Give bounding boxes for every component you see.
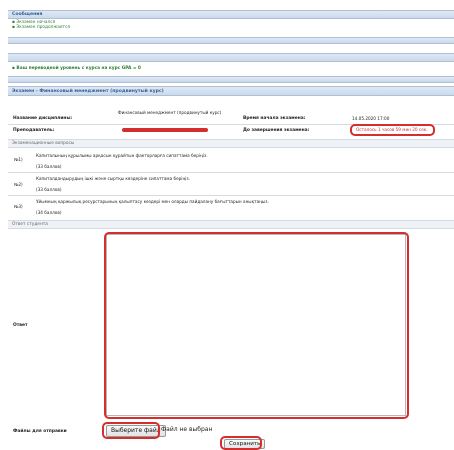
question-score: (34 баллов) xyxy=(36,210,62,215)
teacher-label: Преподаватель: xyxy=(13,128,55,133)
start-time-label: Время начала экзамена: xyxy=(243,116,306,121)
discipline-value: Финансовый менеджмент (продвинутый курс) xyxy=(118,110,222,115)
messages-footer-bar xyxy=(8,37,454,44)
answer-label: Ответ xyxy=(13,323,28,328)
answer-highlight xyxy=(104,232,409,419)
remaining-time-highlight xyxy=(350,124,435,136)
save-highlight xyxy=(220,436,262,450)
question-divider xyxy=(8,172,454,173)
question-score: (33 баллов) xyxy=(36,164,62,169)
transfer-header xyxy=(8,53,454,62)
message-item-2: ▪ Экзамен продолжается xyxy=(12,25,70,30)
files-label: Файлы для отправки xyxy=(13,429,67,434)
remaining-label: До завершения экзамена: xyxy=(243,128,310,133)
transfer-footer-bar xyxy=(8,76,454,83)
question-text: Капиталының құрылымы арқасын құрайтын фа… xyxy=(36,153,208,158)
messages-title: Сообщения xyxy=(12,12,43,17)
choose-file-highlight xyxy=(102,422,160,439)
questions-section-header: Экзаменационные вопросы xyxy=(8,139,454,148)
messages-header: Сообщения xyxy=(8,10,454,19)
question-text: Капиталдандырудың ішкі және сыртқы көзде… xyxy=(36,176,190,181)
question-number: №2) xyxy=(14,182,23,187)
question-number: №3) xyxy=(14,204,23,209)
questions-title: Экзаменационные вопросы xyxy=(12,141,75,146)
exam-title: Экзамен - Финансовый менеджмент (продвин… xyxy=(12,89,164,94)
exam-header: Экзамен - Финансовый менеджмент (продвин… xyxy=(8,86,454,96)
answer-section-header: Ответ студента xyxy=(8,220,454,229)
discipline-label: Название дисциплины: xyxy=(13,116,73,121)
start-time-value: 14.05.2020 17:00 xyxy=(352,116,390,121)
no-file-status: Файл не выбран xyxy=(161,426,213,433)
question-score: (33 баллов) xyxy=(36,187,62,192)
transfer-level-text: ▪ Ваш переводной уровень с курса на курс… xyxy=(12,66,141,71)
question-text: Ұйымның қаржылық ресурстарының қалыптасу… xyxy=(36,199,269,204)
question-divider xyxy=(8,195,454,196)
answer-section-title: Ответ студента xyxy=(12,222,48,227)
question-number: №1) xyxy=(14,157,23,162)
teacher-name-redacted xyxy=(122,128,208,132)
